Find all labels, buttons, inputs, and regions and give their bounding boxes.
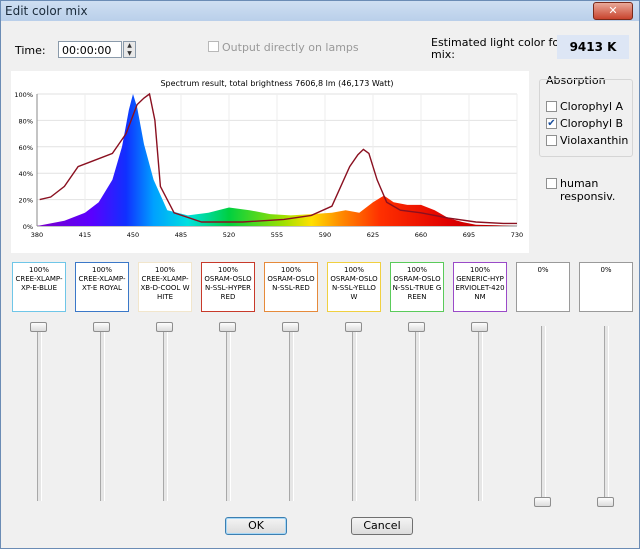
output-directly-checkbox[interactable] (208, 41, 219, 52)
lamp-card[interactable]: 100% CREE-XLAMP-XP-E-BLUE (12, 262, 66, 312)
edit-color-mix-dialog: Edit color mix ✕ Time: 00:00:00 ▲ ▼ Outp… (0, 0, 640, 549)
x-tick-label: 730 (511, 231, 523, 239)
lamp-slider-thumb[interactable] (30, 322, 47, 332)
lamp-slider-thumb[interactable] (282, 322, 299, 332)
time-input[interactable]: 00:00:00 (58, 41, 122, 58)
y-tick-label: 80% (19, 117, 33, 125)
title-bar: Edit color mix ✕ (1, 1, 639, 21)
lamp-slider-thumb[interactable] (597, 497, 614, 507)
clorophyl-a-checkbox[interactable] (546, 101, 557, 112)
lamp-card[interactable]: 0% (516, 262, 570, 312)
lamp-percent: 100% (469, 266, 490, 274)
x-tick-label: 660 (415, 231, 427, 239)
lamp-percent: 100% (343, 266, 364, 274)
lamp-card[interactable]: 0% (579, 262, 633, 312)
lamp-slider-thumb[interactable] (219, 322, 236, 332)
lamp-slider-track[interactable] (289, 326, 294, 501)
time-spinner[interactable]: ▲ ▼ (123, 41, 136, 58)
lamp-card[interactable]: 100% CREE-XLAMP-XT-E ROYAL (75, 262, 129, 312)
spin-down-icon[interactable]: ▼ (124, 50, 135, 58)
x-tick-label: 590 (319, 231, 331, 239)
spin-up-icon[interactable]: ▲ (124, 42, 135, 50)
x-tick-label: 415 (79, 231, 91, 239)
lamp-percent: 100% (91, 266, 112, 274)
lamp-percent: 0% (537, 266, 549, 274)
x-tick-label: 625 (367, 231, 379, 239)
lamp-name: OSRAM-OSLON-SSL-TRUE GREEN (392, 275, 442, 301)
x-tick-label: 380 (31, 231, 43, 239)
lamp-name: GENERIC-HYPERVIOLET-420NM (455, 275, 505, 301)
x-tick-label: 485 (175, 231, 187, 239)
lamp-percent: 0% (600, 266, 612, 274)
close-button[interactable]: ✕ (593, 2, 633, 20)
lamp-slider-track[interactable] (226, 326, 231, 501)
lamp-percent: 100% (154, 266, 175, 274)
lamp-slider-thumb[interactable] (93, 322, 110, 332)
lamp-slider-track[interactable] (37, 326, 42, 501)
human-response-checkbox[interactable] (546, 178, 557, 189)
ok-button[interactable]: OK (225, 517, 287, 535)
lamp-card[interactable]: 100% CREE-XLAMP-XB-D-COOL WHITE (138, 262, 192, 312)
y-tick-label: 20% (19, 197, 33, 205)
lamp-card[interactable]: 100% GENERIC-HYPERVIOLET-420NM (453, 262, 507, 312)
lamp-name: CREE-XLAMP-XT-E ROYAL (78, 275, 126, 292)
clorophyl-b-label: Clorophyl B (560, 117, 624, 130)
output-directly-label: Output directly on lamps (222, 41, 359, 54)
lamp-slider-track[interactable] (415, 326, 420, 501)
lamp-slider-thumb[interactable] (345, 322, 362, 332)
violaxanthin-checkbox[interactable] (546, 135, 557, 146)
lamp-slider-track[interactable] (163, 326, 168, 501)
clorophyl-b-checkbox[interactable]: ✔ (546, 118, 557, 129)
clorophyl-a-label: Clorophyl A (560, 100, 624, 113)
violaxanthin-label: Violaxanthin (560, 134, 629, 147)
spectrum-chart: Spectrum result, total brightness 7606,8… (11, 71, 529, 253)
lamp-slider-thumb[interactable] (534, 497, 551, 507)
x-tick-label: 555 (271, 231, 283, 239)
window-title: Edit color mix (5, 4, 88, 18)
lamp-card[interactable]: 100% OSRAM-OSLON-SSL-HYPERRED (201, 262, 255, 312)
lamp-card[interactable]: 100% OSRAM-OSLON-SSL-TRUE GREEN (390, 262, 444, 312)
lamp-slider-track[interactable] (478, 326, 483, 501)
estimated-color-value: 9413 K (557, 35, 629, 59)
cancel-button[interactable]: Cancel (351, 517, 413, 535)
chart-title: Spectrum result, total brightness 7606,8… (160, 79, 393, 88)
lamp-name: OSRAM-OSLON-SSL-HYPERRED (204, 275, 252, 301)
spectrum-chart-svg: Spectrum result, total brightness 7606,8… (14, 79, 523, 239)
lamp-name: OSRAM-OSLON-SSL-YELLOW (330, 275, 378, 301)
time-label: Time: (15, 44, 46, 57)
lamp-slider-thumb[interactable] (408, 322, 425, 332)
lamp-card[interactable]: 100% OSRAM-OSLON-SSL-RED (264, 262, 318, 312)
lamp-percent: 100% (406, 266, 427, 274)
y-tick-label: 0% (23, 223, 33, 231)
lamp-slider-thumb[interactable] (156, 322, 173, 332)
lamp-slider-thumb[interactable] (471, 322, 488, 332)
lamp-slider-track[interactable] (541, 326, 546, 501)
lamp-percent: 100% (280, 266, 301, 274)
y-tick-label: 100% (14, 91, 33, 99)
x-tick-label: 520 (223, 231, 235, 239)
lamp-name: OSRAM-OSLON-SSL-RED (267, 275, 315, 292)
y-tick-label: 40% (19, 170, 33, 178)
lamp-name: CREE-XLAMP-XB-D-COOL WHITE (140, 275, 190, 301)
lamp-slider-track[interactable] (100, 326, 105, 501)
lamp-slider-track[interactable] (352, 326, 357, 501)
lamp-percent: 100% (217, 266, 238, 274)
lamp-name: CREE-XLAMP-XP-E-BLUE (15, 275, 63, 292)
x-tick-label: 695 (463, 231, 475, 239)
y-tick-label: 60% (19, 144, 33, 152)
x-tick-label: 450 (127, 231, 139, 239)
human-response-label: human responsiv. (560, 177, 616, 203)
lamp-percent: 100% (28, 266, 49, 274)
lamp-slider-track[interactable] (604, 326, 609, 501)
lamp-card[interactable]: 100% OSRAM-OSLON-SSL-YELLOW (327, 262, 381, 312)
